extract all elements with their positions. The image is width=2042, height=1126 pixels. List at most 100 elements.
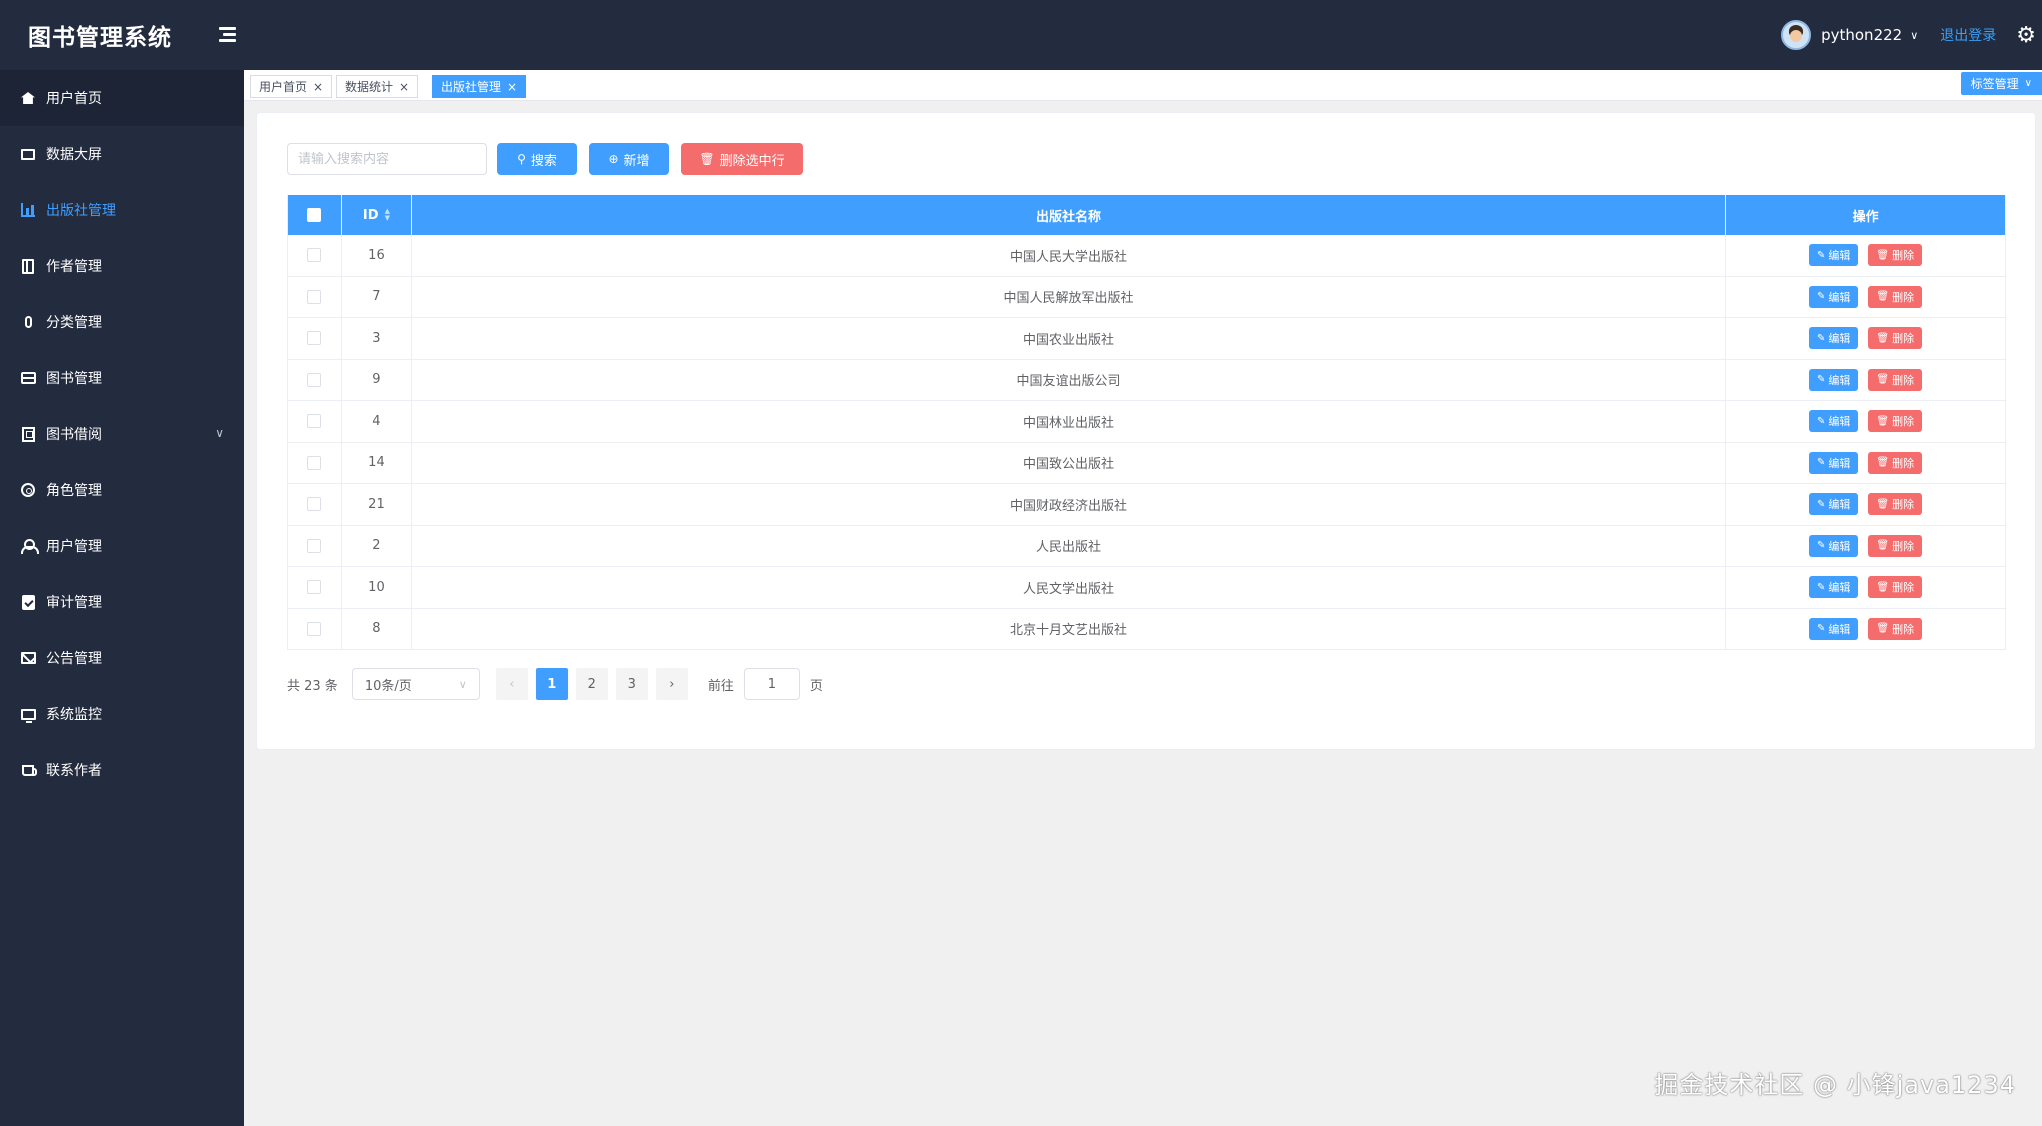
edit-button[interactable]: ✎ 编辑 <box>1809 244 1859 267</box>
row-checkbox[interactable] <box>307 372 322 387</box>
tab-statistics[interactable]: 数据统计 × <box>336 75 419 98</box>
delete-button[interactable]: 🗑 删除 <box>1868 410 1923 433</box>
next-page-button[interactable]: › <box>655 668 688 700</box>
tab-home[interactable]: 用户首页 × <box>250 75 333 98</box>
tab-label: 数据统计 <box>345 80 394 94</box>
row-checkbox-cell <box>288 525 342 566</box>
sidebar-item-publisher[interactable]: 出版社管理 <box>0 182 244 238</box>
sidebar-item-roles[interactable]: 角色管理 <box>0 462 244 518</box>
sidebar-item-borrow[interactable]: 图书借阅 ∨ <box>0 406 244 462</box>
row-checkbox[interactable] <box>307 248 322 263</box>
search-input[interactable] <box>287 143 487 175</box>
sidebar-item-contact[interactable]: 联系作者 <box>0 742 244 798</box>
page-number-2[interactable]: 2 <box>575 668 608 700</box>
edit-icon: ✎ <box>1817 332 1826 344</box>
delete-button[interactable]: 🗑 删除 <box>1868 285 1923 308</box>
sidebar-item-author[interactable]: 作者管理 <box>0 238 244 294</box>
edit-icon: ✎ <box>1817 374 1826 386</box>
edit-icon: ✎ <box>1817 415 1826 427</box>
delete-label: 删除 <box>1892 415 1915 429</box>
notebook-icon <box>20 258 36 274</box>
close-icon[interactable]: × <box>507 80 517 94</box>
cell-publisher-name: 北京十月文艺出版社 <box>412 608 1727 649</box>
chevron-down-icon[interactable]: ∨ <box>215 426 224 440</box>
delete-button[interactable]: 🗑 删除 <box>1868 368 1923 391</box>
delete-label: 删除 <box>1892 332 1915 346</box>
delete-button[interactable]: 🗑 删除 <box>1868 451 1923 474</box>
cell-id: 8 <box>342 608 412 649</box>
delete-button[interactable]: 🗑 删除 <box>1868 244 1923 267</box>
edit-button[interactable]: ✎ 编辑 <box>1809 576 1859 599</box>
edit-button[interactable]: ✎ 编辑 <box>1809 493 1859 516</box>
sidebar-item-label: 系统监控 <box>46 707 102 723</box>
sidebar: 用户首页 数据大屏 出版社管理 作者管理 分类管理 图书管理 图书借阅 ∨ 角色… <box>0 70 244 1126</box>
delete-selected-button[interactable]: 🗑 删除选中行 <box>681 143 803 175</box>
page-size-select[interactable]: 10条/页 ∨ <box>351 668 480 700</box>
delete-button[interactable]: 🗑 删除 <box>1868 617 1923 640</box>
close-icon[interactable]: × <box>399 80 409 94</box>
sidebar-item-audit[interactable]: 审计管理 <box>0 574 244 630</box>
edit-button[interactable]: ✎ 编辑 <box>1809 327 1859 350</box>
trash-icon: 🗑 <box>1876 581 1890 593</box>
row-checkbox[interactable] <box>307 580 322 595</box>
sidebar-item-books[interactable]: 图书管理 <box>0 350 244 406</box>
sidebar-item-label: 用户管理 <box>46 539 102 555</box>
row-checkbox[interactable] <box>307 289 322 304</box>
goto-page-input[interactable] <box>743 668 800 700</box>
row-checkbox[interactable] <box>307 538 322 553</box>
page-number-3[interactable]: 3 <box>615 668 648 700</box>
delete-button[interactable]: 🗑 删除 <box>1868 327 1923 350</box>
edit-button[interactable]: ✎ 编辑 <box>1809 285 1859 308</box>
cell-actions: ✎ 编辑 🗑 删除 <box>1726 442 2006 483</box>
trash-icon: 🗑 <box>1876 540 1890 552</box>
add-button[interactable]: ⊕ 新增 <box>589 143 669 175</box>
sidebar-item-dashboard[interactable]: 数据大屏 <box>0 126 244 182</box>
sidebar-item-monitor[interactable]: 系统监控 <box>0 686 244 742</box>
sidebar-item-home[interactable]: 用户首页 <box>0 70 244 126</box>
trash-icon: 🗑 <box>1876 623 1890 635</box>
edit-button[interactable]: ✎ 编辑 <box>1809 534 1859 557</box>
publisher-table: ID ▲ ▼ 出版社名称 操作 16 中国人民大学出版社 ✎ 编辑 🗑 删除 7 中国人民解放军… <box>287 195 2006 650</box>
delete-button[interactable]: 🗑 删除 <box>1868 493 1923 516</box>
screen-icon <box>20 706 36 723</box>
chevron-down-icon: ∨ <box>458 677 467 691</box>
delete-button[interactable]: 🗑 删除 <box>1868 576 1923 599</box>
edit-button[interactable]: ✎ 编辑 <box>1809 451 1859 474</box>
row-checkbox[interactable] <box>307 331 322 346</box>
search-button[interactable]: ⚲ 搜索 <box>497 143 577 175</box>
menu-toggle-icon[interactable] <box>216 22 240 48</box>
chevron-down-icon[interactable]: ∨ <box>1910 29 1918 42</box>
cell-id: 14 <box>342 442 412 483</box>
cell-publisher-name: 中国财政经济出版社 <box>412 484 1727 525</box>
avatar[interactable] <box>1781 20 1812 50</box>
username[interactable]: python222 <box>1821 26 1902 44</box>
logout-link[interactable]: 退出登录 <box>1940 25 1996 45</box>
prev-page-button[interactable]: ‹ <box>495 668 528 700</box>
sort-icon[interactable]: ▲ ▼ <box>385 208 390 222</box>
settings-gear-icon[interactable]: ⚙ <box>2016 23 2036 48</box>
sidebar-item-category[interactable]: 分类管理 <box>0 294 244 350</box>
table-row: 16 中国人民大学出版社 ✎ 编辑 🗑 删除 <box>288 235 2006 277</box>
close-icon[interactable]: × <box>313 80 323 94</box>
edit-icon: ✎ <box>1817 581 1826 593</box>
monitor-icon <box>20 146 36 162</box>
cell-id: 9 <box>342 359 412 400</box>
tab-publisher[interactable]: 出版社管理 × <box>432 75 527 98</box>
tag-manage-dropdown[interactable]: 标签管理 ∨ <box>1960 72 2042 95</box>
add-button-label: 新增 <box>623 153 650 169</box>
row-checkbox[interactable] <box>307 621 322 636</box>
column-header-id[interactable]: ID ▲ ▼ <box>342 195 412 235</box>
page-number-1[interactable]: 1 <box>535 668 568 700</box>
edit-button[interactable]: ✎ 编辑 <box>1809 368 1859 391</box>
delete-button[interactable]: 🗑 删除 <box>1868 534 1923 557</box>
edit-button[interactable]: ✎ 编辑 <box>1809 617 1859 640</box>
edit-button[interactable]: ✎ 编辑 <box>1809 410 1859 433</box>
row-checkbox[interactable] <box>307 455 322 470</box>
cell-publisher-name: 中国友谊出版公司 <box>412 359 1727 400</box>
sidebar-item-notice[interactable]: 公告管理 <box>0 630 244 686</box>
row-checkbox[interactable] <box>307 497 322 512</box>
select-all-checkbox[interactable] <box>307 208 322 222</box>
row-checkbox[interactable] <box>307 414 322 429</box>
user-area: python222 ∨ 退出登录 ⚙ <box>1781 0 2042 70</box>
sidebar-item-users[interactable]: 用户管理 <box>0 518 244 574</box>
